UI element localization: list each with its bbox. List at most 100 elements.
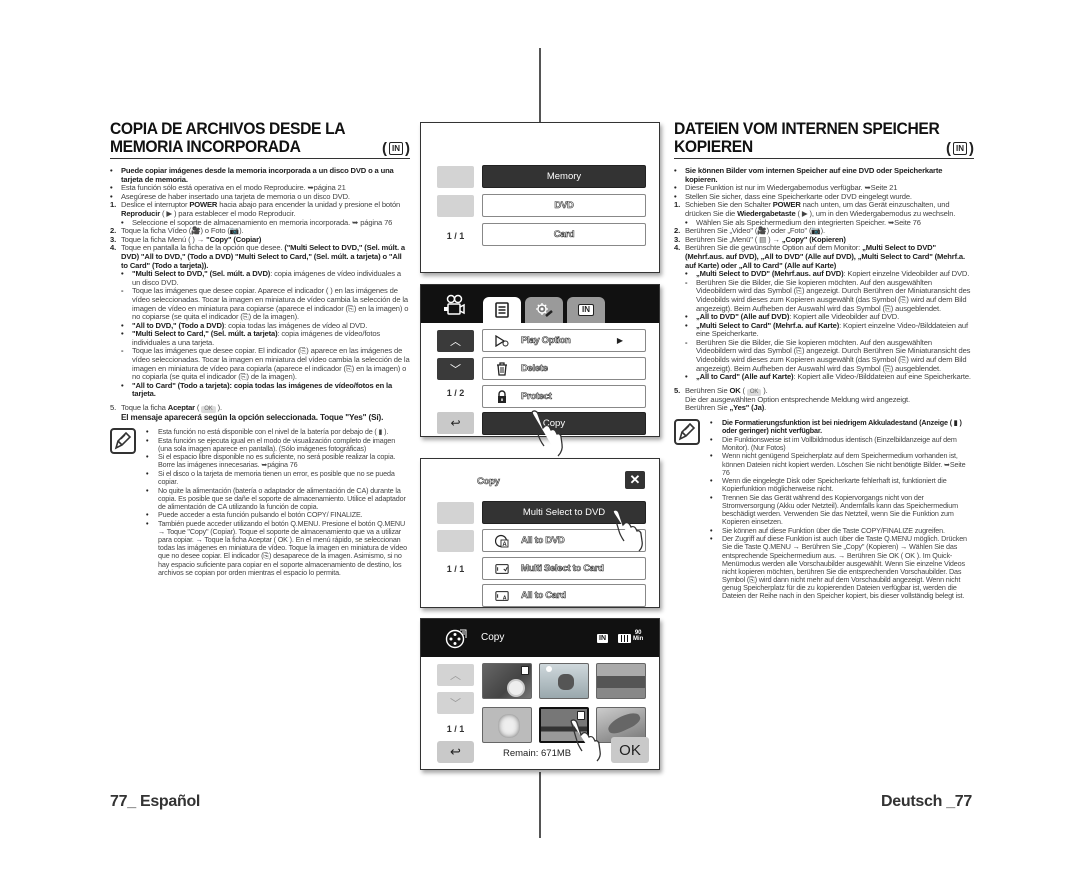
screen-storage-select: 1 / 1 Memory DVD Card [420,122,660,273]
note-pencil-icon [110,428,136,455]
thumbnail-seascape[interactable] [539,707,589,743]
note-item: Der Zugriff auf diese Funktion ist auch … [722,534,967,600]
page-indicator: 1 / 1 [446,724,465,734]
side-blank-button [437,166,474,188]
instructions: • Puede copiar imágenes desde la memoria … [110,166,410,577]
option-all-to-card[interactable]: A All to Card [482,584,646,607]
note-pencil-icon [674,419,700,446]
back-button[interactable]: ↩ [437,412,474,434]
option-card[interactable]: Card [482,223,646,246]
back-button[interactable]: ↩ [437,741,474,763]
side-blank-button [437,195,474,217]
battery-time: 90 Min [633,630,644,642]
option-multi-select-to-dvd[interactable]: Multi Select to DVD [482,501,646,524]
battery-icon [618,634,631,643]
option-multi-card: „Multi Select to Card" (Mehrf.a. auf Kar… [696,320,968,339]
note-item: También puede acceder utilizando el botó… [158,519,407,577]
note-item: Wenn nicht genügend Speicherplatz auf de… [722,451,966,477]
section-title-line2: MEMORIA INCORPORADA [110,137,301,156]
option-memory[interactable]: Memory [482,165,646,188]
all-to-card-icon: A [495,589,509,603]
step-5-message: El mensaje aparecerá según la opción sel… [121,413,384,423]
svg-text:A: A [503,595,507,601]
page-indicator: 1 / 1 [446,564,465,574]
intro: Sie können Bilder vom internen Speicher … [685,166,943,184]
note-item: Si el disco o la tarjeta de memoria tien… [158,469,395,487]
menu-header: IN [421,285,659,323]
chevron-up-icon: ︿ [450,670,461,682]
tab-settings[interactable] [525,297,563,323]
note-item: Wenn die eingelegte Disk oder Speicherka… [722,476,947,494]
tab-menu[interactable] [483,297,521,323]
scroll-down-button[interactable]: ﹀ [437,692,474,714]
side-blank-button [437,502,474,524]
german-column: DATEIEN VOM INTERNEN SPEICHER KOPIEREN (… [674,120,974,601]
option-all-card: „All to Card" (Alle auf Karte): Kopiert … [696,372,971,382]
step-5: Toque la ficha Aceptar ( OK ). [121,403,222,414]
option-multi-dvd-detail: Berühren Sie die Bilder, die Sie kopiere… [696,277,971,313]
center-divider-bottom [539,772,541,838]
chevron-down-icon: ﹀ [450,364,461,376]
option-multi-select-to-card[interactable]: Multi Select to Card [482,557,646,580]
option-all-to-dvd[interactable]: A All to DVD [482,529,646,552]
intro: Puede copiar imágenes desde la memoria i… [121,166,394,184]
step-4: Berühren Sie die gewünschte Option auf d… [685,243,965,270]
back-arrow-icon: ↩ [450,416,461,430]
page-footer-german: Deutsch _77 [881,793,972,810]
option-multi-card-detail: Toque las imágenes que desee copiar. El … [132,346,410,382]
in-memory-icon: IN [578,304,594,316]
scroll-down-button[interactable]: ﹀ [437,358,474,380]
section-title-row: KOPIEREN (IN) [674,137,974,159]
thumbnail-landscape[interactable] [596,663,646,699]
menu-item-play-option[interactable]: Play Option ▶ [482,329,646,352]
film-reel-icon [445,628,467,655]
instructions: • Sie können Bilder vom internen Speicher… [674,166,974,601]
step-1: Schieben Sie den Schalter POWER nach unt… [685,200,956,218]
all-to-dvd-icon: A [495,534,509,548]
menu-item-protect[interactable]: Protect [482,385,646,408]
scroll-up-button[interactable]: ︿ [437,330,474,352]
chevron-down-icon: ﹀ [450,698,461,710]
internal-memory-badge: (IN) [946,140,974,157]
scroll-up-button[interactable]: ︿ [437,664,474,686]
screen-copy-options: Copy ✕ 1 / 1 Multi Select to DVD A All t… [420,458,660,608]
copy-marker-icon [577,711,585,720]
section-title-line1: DATEIEN VOM INTERNEN SPEICHER [674,119,940,138]
thumbnail-header: Copy IN 90 Min [421,619,659,657]
note-item: Si el espacio libre disponible no es suf… [158,452,396,470]
section-title-line2: KOPIEREN [674,137,753,156]
thumbnail-flower[interactable] [482,663,532,699]
note-item: Die Formatierungsfunktion ist bei niedri… [722,418,962,436]
note-box: • Esta función no está disponible con el … [110,427,410,577]
spanish-column: COPIA DE ARCHIVOS DESDE LA MEMORIA INCOR… [110,120,410,577]
menu-item-delete[interactable]: Delete [482,357,646,380]
thumbnail-puppy[interactable] [482,707,532,743]
page-indicator: 1 / 1 [446,231,465,241]
note-box: • Die Formatierungsfunktion ist bei niedr… [674,418,974,601]
thumbnail-snorkeler[interactable] [539,663,589,699]
option-multi-card: "Multi Select to Card," (Sel. múlt. a ta… [132,329,381,347]
close-button[interactable]: ✕ [625,471,645,489]
note-item: Die Funktionsweise ist im Vollbildmodus … [722,434,957,452]
side-blank-button [437,530,474,552]
copy-marker-icon [521,666,529,675]
option-multi-card-detail: Berühren Sie die Bilder, die Sie kopiere… [696,337,971,373]
ok-button[interactable]: OK [611,737,649,763]
step-5-confirm: Berühren Sie „Yes" (Ja). [685,403,767,413]
back-arrow-icon: ↩ [450,744,461,759]
menu-item-copy[interactable]: Copy [482,412,646,435]
page-footer-spanish: 77_ Español [110,793,201,810]
card-select-icon [495,562,509,576]
lock-icon [495,389,509,404]
screen-title: Copy [481,632,505,643]
remaining-space: Remain: 671MB [503,748,572,759]
menu-list-icon [495,302,509,318]
in-memory-icon: IN [953,142,967,155]
dialog-title: Copy [477,476,500,488]
option-multi-dvd: "Multi Select to DVD," (Sel. múlt. a DVD… [132,269,401,287]
note-item: Esta función no está disponible con el n… [158,427,389,437]
video-camera-icon [443,293,467,322]
option-dvd[interactable]: DVD [482,194,646,217]
tab-internal-memory[interactable]: IN [567,297,605,323]
section-title-line1: COPIA DE ARCHIVOS DESDE LA [110,119,346,138]
